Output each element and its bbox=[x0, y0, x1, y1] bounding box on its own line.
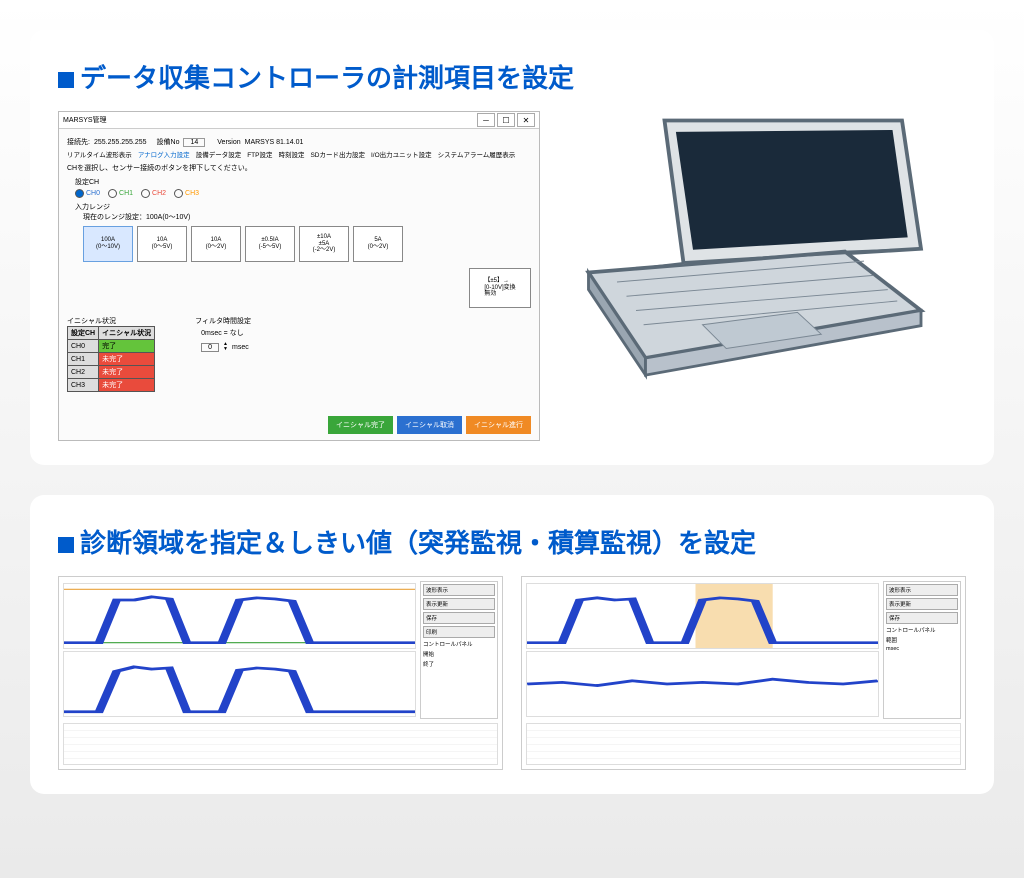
menu-ftp[interactable]: FTP設定 bbox=[247, 149, 272, 159]
refresh-button[interactable]: 表示更新 bbox=[886, 598, 958, 610]
filter-value-input[interactable]: 0 bbox=[201, 343, 219, 352]
left-data-table bbox=[63, 723, 498, 765]
initial-running-button[interactable]: イニシャル進行 bbox=[466, 416, 531, 434]
instruction-text: CHを選択し、センサー接続のボタンを押下してください。 bbox=[67, 163, 531, 173]
menu-bar: リアルタイム波形表示 アナログ入力設定 設備データ設定 FTP設定 時刻設定 S… bbox=[67, 149, 531, 159]
range-button-2[interactable]: 10A(0～2V) bbox=[191, 226, 241, 262]
menu-sd[interactable]: SDカード出力設定 bbox=[310, 149, 365, 159]
chart-bottom-left bbox=[63, 651, 416, 717]
initial-done-button[interactable]: イニシャル完了 bbox=[328, 416, 393, 434]
menu-time[interactable]: 時刻設定 bbox=[278, 149, 304, 159]
maximize-icon[interactable]: ☐ bbox=[497, 113, 515, 127]
table-title: イニシャル状況 bbox=[67, 316, 155, 326]
range-label: 入力レンジ bbox=[75, 202, 531, 212]
ver-value: MARSYS 81.14.01 bbox=[245, 139, 304, 146]
spinner-down-icon[interactable]: ▼ bbox=[223, 347, 228, 352]
chart-top-right bbox=[526, 583, 879, 649]
current-range: 現在のレンジ設定：100A(0～10V) bbox=[75, 212, 531, 222]
tab-waveform[interactable]: 波形表示 bbox=[886, 584, 958, 596]
ver-label: Version bbox=[217, 139, 240, 146]
menu-realtime[interactable]: リアルタイム波形表示 bbox=[67, 149, 132, 159]
table-row: CH1未完了 bbox=[68, 353, 155, 366]
menu-io[interactable]: I/O出力ユニット設定 bbox=[371, 149, 432, 159]
save-button[interactable]: 保存 bbox=[886, 612, 958, 624]
ch0-radio[interactable]: CH0 bbox=[75, 189, 100, 198]
connection-row: 接続先: 255.255.255.255 設備No 14 Version MAR… bbox=[67, 137, 531, 147]
left-control-panel: 波形表示 表示更新 保存 印刷 コントロールパネル 開始 終了 bbox=[420, 581, 498, 719]
range-button-5[interactable]: 5A(0～2V) bbox=[353, 226, 403, 262]
menu-alarm[interactable]: システムアラーム履歴表示 bbox=[438, 149, 516, 159]
close-icon[interactable]: ✕ bbox=[517, 113, 535, 127]
range-buttons: 100A(0～10V)10A(0～5V)10A(0～2V)±0.5IA(-5～5… bbox=[75, 226, 531, 262]
top-card: データ収集コントローラの計測項目を設定 MARSYS管理 ─ ☐ ✕ 接続先: … bbox=[30, 30, 994, 465]
devno-label: 設備No bbox=[157, 137, 180, 147]
save-button[interactable]: 保存 bbox=[423, 612, 495, 624]
menu-equip[interactable]: 設備データ設定 bbox=[196, 149, 242, 159]
range-button-0[interactable]: 100A(0～10V) bbox=[83, 226, 133, 262]
print-button[interactable]: 印刷 bbox=[423, 626, 495, 638]
table-row: CH0完了 bbox=[68, 340, 155, 353]
chart-top-left bbox=[63, 583, 416, 649]
chart-bottom-right bbox=[526, 651, 879, 717]
initial-cancel-button[interactable]: イニシャル取消 bbox=[397, 416, 462, 434]
addr-label: 接続先: bbox=[67, 137, 90, 147]
ch3-radio[interactable]: CH3 bbox=[174, 189, 199, 198]
bottom-title: 診断領域を指定＆しきい値（突発監視・積算監視）を設定 bbox=[58, 523, 966, 560]
window-titlebar: MARSYS管理 ─ ☐ ✕ bbox=[59, 112, 539, 129]
table-row: CH3未完了 bbox=[68, 379, 155, 392]
range-button-3[interactable]: ±0.5IA(-5～5V) bbox=[245, 226, 295, 262]
devno-input[interactable]: 14 bbox=[183, 138, 205, 147]
bottom-card: 診断領域を指定＆しきい値（突発監視・積算監視）を設定 波形表示 表示更新 保存 … bbox=[30, 495, 994, 794]
initial-status-table: 設定CHイニシャル状況 CH0完了CH1未完了CH2未完了CH3未完了 bbox=[67, 326, 155, 392]
chart-app-left: 波形表示 表示更新 保存 印刷 コントロールパネル 開始 終了 bbox=[58, 576, 503, 770]
range-button-4[interactable]: ±10A±5A(-2～2V) bbox=[299, 226, 349, 262]
range-button-1[interactable]: 10A(0～5V) bbox=[137, 226, 187, 262]
refresh-button[interactable]: 表示更新 bbox=[423, 598, 495, 610]
marsys-window: MARSYS管理 ─ ☐ ✕ 接続先: 255.255.255.255 設備No… bbox=[58, 111, 540, 441]
laptop-illustration bbox=[560, 111, 940, 401]
conv-toggle-button[interactable]: 【±5】→ [0-10V]変換 無効 bbox=[469, 268, 531, 308]
tab-waveform[interactable]: 波形表示 bbox=[423, 584, 495, 596]
filter-label: フィルタ時間設定 bbox=[195, 316, 251, 326]
chart-app-right: 波形表示 表示更新 保存 コントロールパネル 範囲 msec bbox=[521, 576, 966, 770]
menu-analog[interactable]: アナログ入力設定 bbox=[138, 149, 190, 159]
filter-eq: 0msec = なし bbox=[195, 328, 251, 338]
right-data-table bbox=[526, 723, 961, 765]
ch1-radio[interactable]: CH1 bbox=[108, 189, 133, 198]
setting-ch-label: 設定CH bbox=[75, 177, 531, 187]
filter-unit: msec bbox=[232, 344, 249, 351]
window-title: MARSYS管理 bbox=[63, 115, 475, 125]
right-control-panel: 波形表示 表示更新 保存 コントロールパネル 範囲 msec bbox=[883, 581, 961, 719]
chart-row: 波形表示 表示更新 保存 印刷 コントロールパネル 開始 終了 bbox=[58, 576, 966, 770]
addr-value: 255.255.255.255 bbox=[94, 139, 147, 146]
table-row: CH2未完了 bbox=[68, 366, 155, 379]
top-title: データ収集コントローラの計測項目を設定 bbox=[58, 58, 966, 95]
minimize-icon[interactable]: ─ bbox=[477, 113, 495, 127]
ch2-radio[interactable]: CH2 bbox=[141, 189, 166, 198]
